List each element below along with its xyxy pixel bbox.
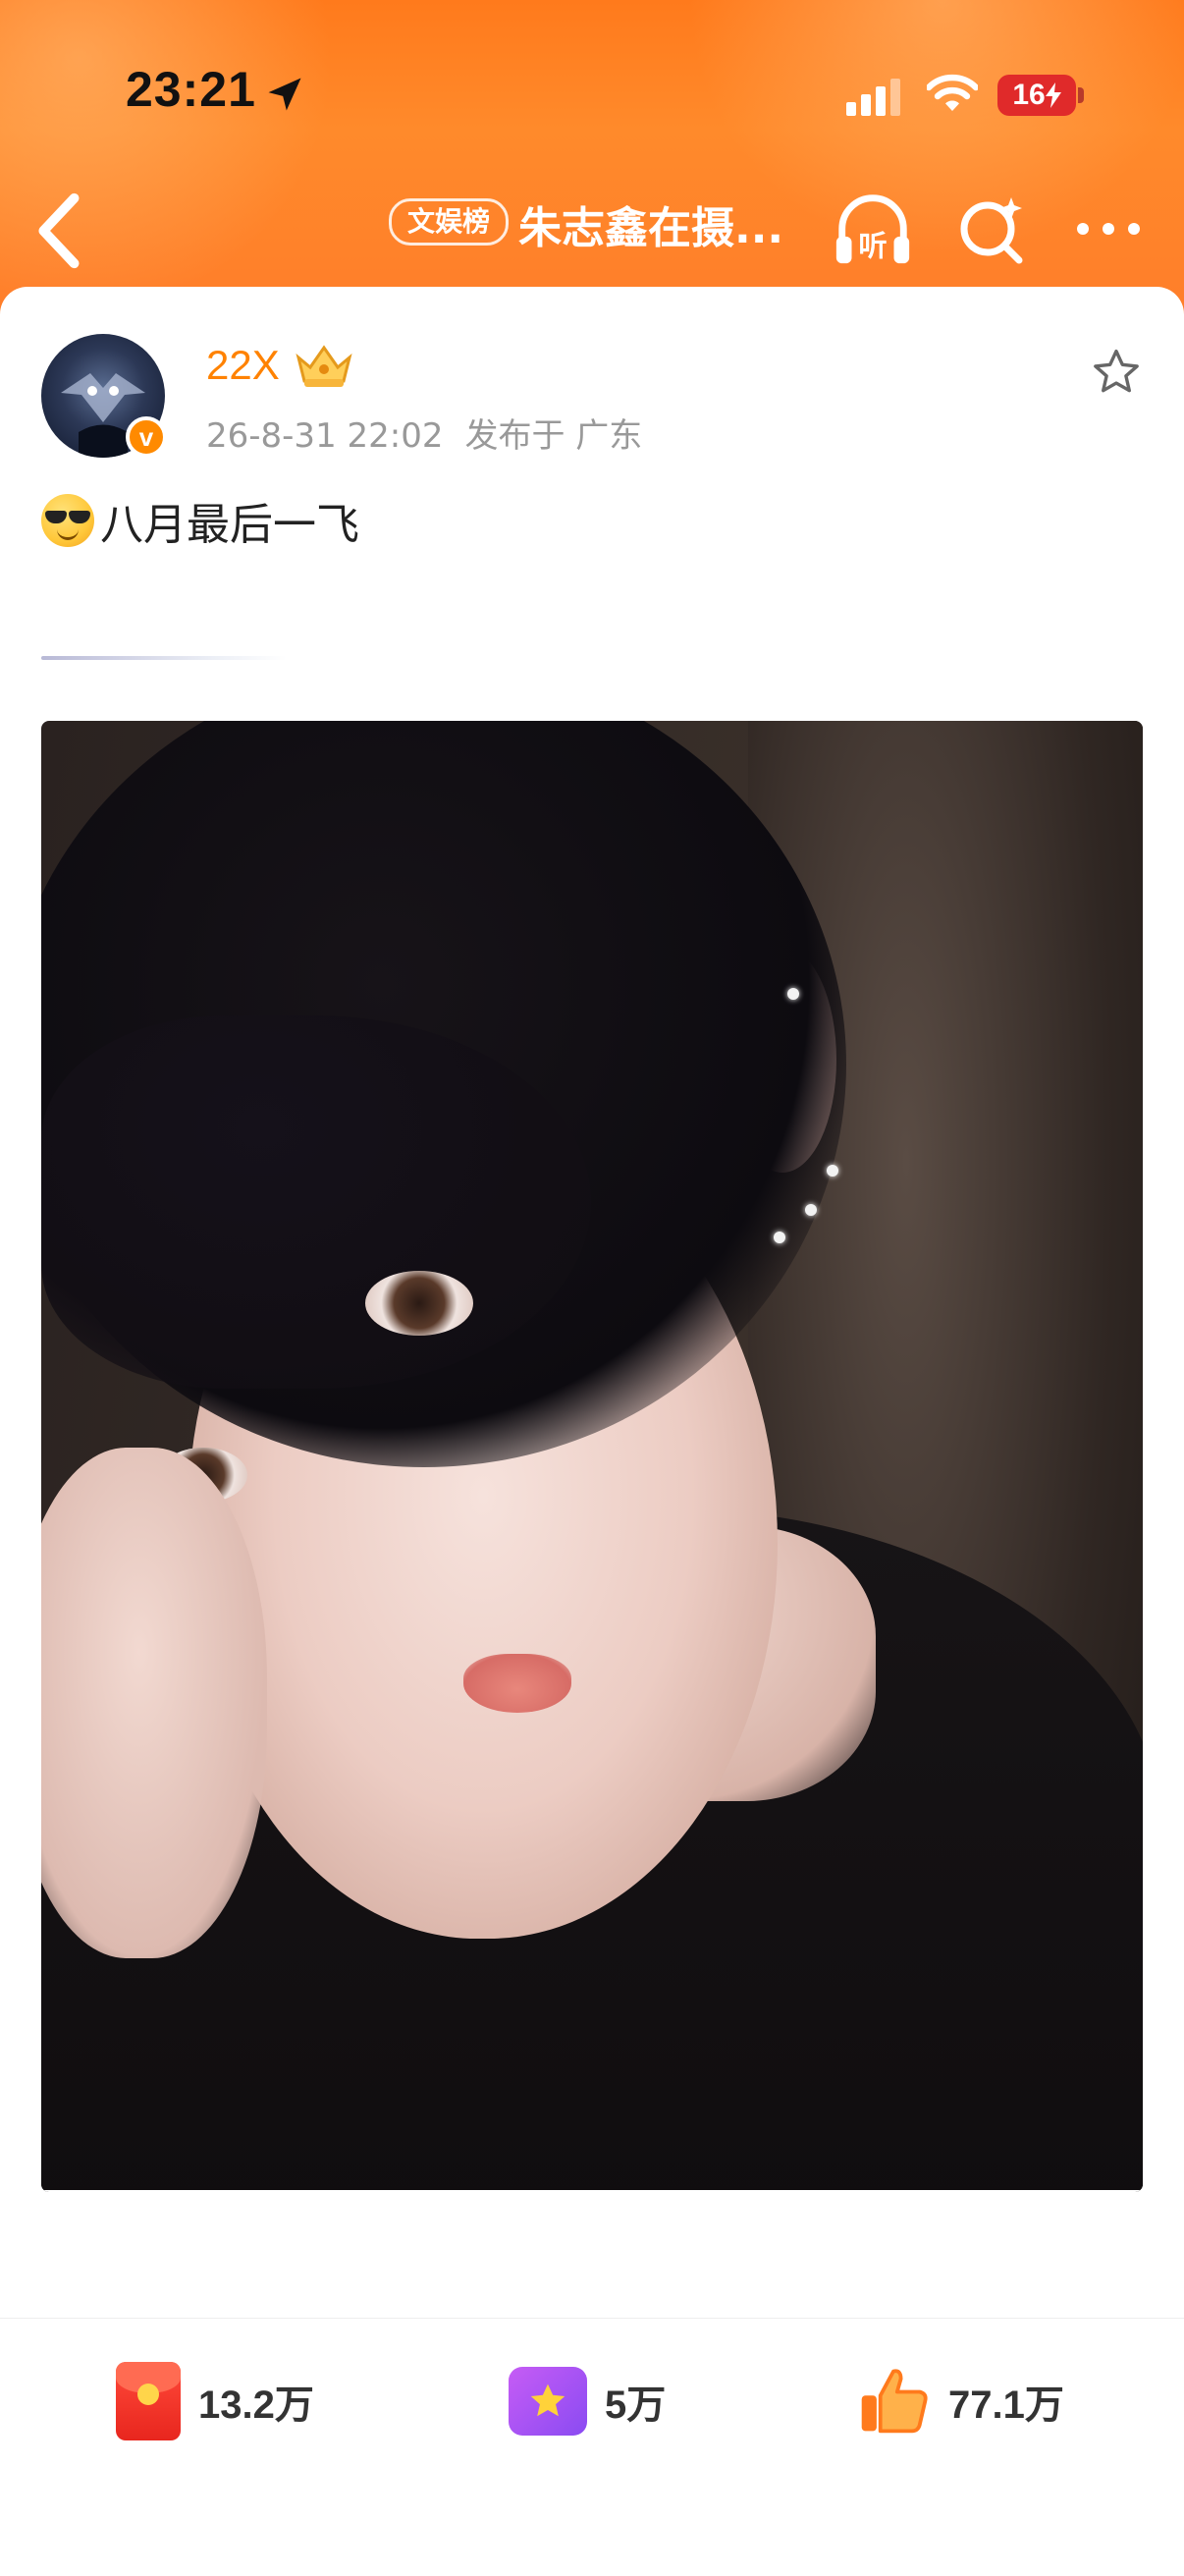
crown-icon[interactable] — [293, 340, 355, 391]
listen-icon[interactable]: 听 — [831, 187, 915, 271]
gift-count: 13.2万 — [198, 2384, 314, 2427]
back-icon[interactable] — [27, 187, 86, 275]
like-count: 77.1万 — [948, 2384, 1064, 2427]
search-icon[interactable] — [956, 189, 1027, 269]
battery-icon: 16 — [997, 75, 1076, 116]
star-gift-icon — [509, 2367, 587, 2436]
charging-bolt-icon — [1045, 82, 1061, 108]
nav-bar: 文娱榜 朱志鑫在摄... 听 — [0, 177, 1184, 285]
gift-button[interactable]: 13.2万 — [116, 2357, 314, 2445]
rank-badge[interactable]: 文娱榜 — [389, 198, 510, 246]
header-background: 23:21 16 文娱榜 朱志鑫在摄... 听 — [0, 0, 1184, 324]
star-outline-icon[interactable] — [1090, 346, 1143, 399]
post-text: 八月最后一飞 — [41, 489, 359, 552]
svg-text:听: 听 — [858, 229, 887, 262]
wifi-icon — [927, 74, 978, 111]
verified-badge: v — [126, 416, 167, 458]
star-gift-button[interactable]: 5万 — [509, 2357, 666, 2445]
status-time: 23:21 — [126, 62, 256, 117]
author-name[interactable]: 22X — [206, 342, 280, 389]
signal-icon — [846, 79, 900, 116]
sunglasses-emoji-icon — [41, 494, 94, 547]
post-location: 发布于 广东 — [464, 416, 643, 456]
like-button[interactable]: 77.1万 — [856, 2357, 1064, 2445]
thumbs-up-icon — [861, 2369, 928, 2434]
more-icon[interactable] — [1076, 216, 1141, 242]
location-arrow-icon — [268, 78, 301, 111]
red-packet-icon — [116, 2362, 181, 2440]
divider — [41, 656, 287, 660]
post-text-content: 八月最后一飞 — [100, 500, 359, 550]
star-count: 5万 — [605, 2384, 667, 2427]
battery-tip — [1078, 87, 1084, 103]
post-photo[interactable] — [41, 721, 1143, 2192]
page-title[interactable]: 朱志鑫在摄... — [518, 192, 783, 255]
post-meta: 26-8-31 22:02 发布于 广东 — [206, 409, 642, 457]
battery-level: 16 — [1012, 79, 1046, 111]
post-timestamp: 26-8-31 22:02 — [206, 416, 444, 456]
status-bar: 23:21 16 — [0, 0, 1184, 187]
